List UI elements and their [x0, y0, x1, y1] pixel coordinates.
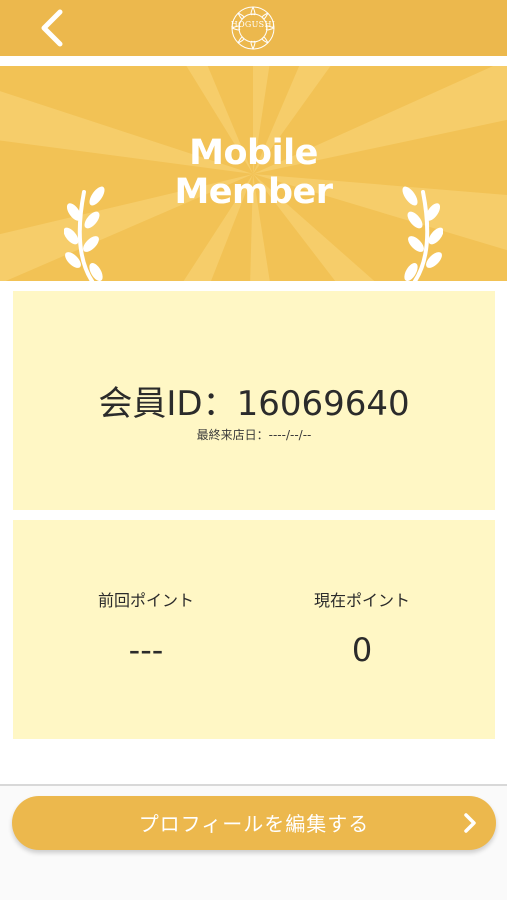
- brand-logo: HOGUSHI: [228, 3, 278, 53]
- banner-title: Mobile Member: [0, 134, 507, 212]
- banner-title-line1: Mobile: [189, 133, 318, 173]
- last-visit: 最終来店日：----/--/--: [13, 426, 495, 443]
- previous-points-label: 前回ポイント: [97, 591, 194, 610]
- edit-profile-button[interactable]: プロフィールを編集する: [12, 796, 496, 850]
- chevron-left-icon: [41, 9, 63, 47]
- member-id-card: 会員ID：16069640 最終来店日：----/--/--: [13, 291, 495, 510]
- chevron-right-icon: [464, 813, 476, 833]
- banner-title-line2: Member: [174, 172, 333, 212]
- points-card: 前回ポイント --- 現在ポイント 0: [13, 520, 495, 739]
- current-points: 現在ポイント 0: [267, 590, 457, 668]
- last-visit-value: ----/--/--: [268, 428, 312, 442]
- member-banner: Mobile Member: [0, 66, 507, 281]
- current-points-label: 現在ポイント: [313, 591, 410, 610]
- member-id-value: 16069640: [236, 384, 410, 424]
- member-id: 会員ID：16069640: [13, 376, 495, 425]
- edit-profile-label: プロフィールを編集する: [138, 812, 370, 836]
- previous-points-value: ---: [128, 631, 164, 669]
- member-id-label: 会員ID：: [98, 384, 237, 424]
- last-visit-label: 最終来店日：: [196, 428, 269, 442]
- previous-points: 前回ポイント ---: [51, 590, 241, 668]
- member-screen: HOGUSHI Mobile Member 会員ID：16069640 最終来店…: [0, 0, 507, 900]
- logo-text: HOGUSHI: [230, 20, 276, 29]
- back-button[interactable]: [34, 6, 74, 50]
- current-points-value: 0: [351, 631, 373, 669]
- top-header: HOGUSHI: [0, 0, 507, 56]
